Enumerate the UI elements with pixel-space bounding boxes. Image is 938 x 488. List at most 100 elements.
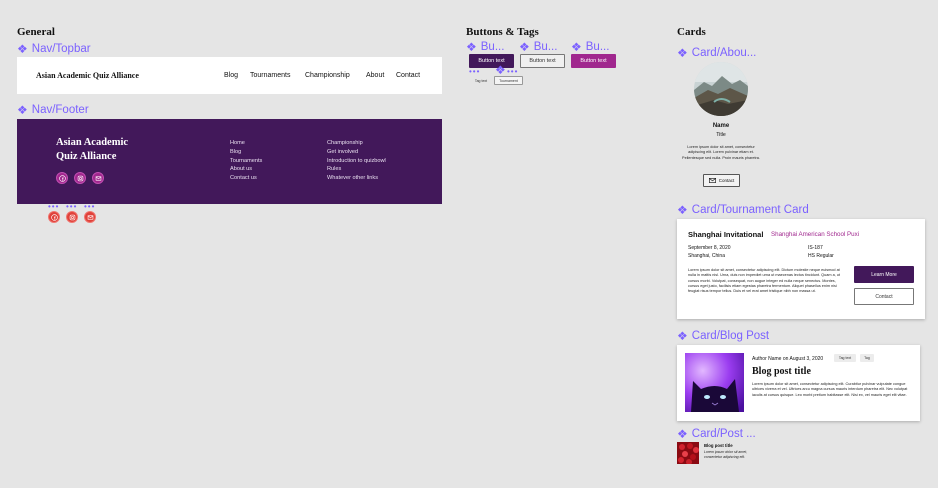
mail-icon — [708, 178, 716, 183]
component-icon-tag[interactable]: ❖ — [495, 63, 506, 77]
topbar-link-about[interactable]: About — [366, 72, 384, 79]
component-label-button-accent[interactable]: ❖ Bu... — [571, 40, 609, 54]
section-cards-title: Cards — [677, 26, 706, 38]
topbar-link-championship[interactable]: Championship — [305, 72, 350, 79]
about-name: Name — [712, 123, 730, 129]
tournament-card: Shanghai Invitational Shanghai American … — [677, 219, 925, 319]
component-label-footer[interactable]: ❖ Nav/Footer — [17, 103, 89, 117]
nav-footer: Asian Academic Quiz Alliance Home Blog T… — [17, 119, 442, 204]
footer-column-2: Championship Get involved Introduction t… — [327, 139, 386, 183]
component-label-blog-card[interactable]: ❖ Card/Blog Post — [677, 329, 769, 343]
tournament-date-location: September 8, 2020 Shanghai, China — [688, 244, 731, 260]
post-card-image[interactable] — [677, 442, 699, 464]
blog-title[interactable]: Blog post title — [752, 366, 811, 377]
component-name: Card/Abou... — [691, 47, 757, 59]
tournament-date: September 8, 2020 — [688, 245, 731, 251]
footer-link-blog[interactable]: Blog — [230, 148, 262, 157]
component-icon: ❖ — [677, 427, 688, 441]
component-icon: ❖ — [466, 40, 477, 54]
component-name: Bu... — [533, 41, 558, 53]
tournament-host[interactable]: Shanghai American School Puxi — [771, 231, 859, 238]
footer-link-rules[interactable]: Rules — [327, 165, 386, 174]
post-card-excerpt: Lorem ipsum dolor sit amet, consectetur … — [704, 450, 748, 459]
component-label-tournament-card[interactable]: ❖ Card/Tournament Card — [677, 203, 809, 217]
topbar-link-tournaments[interactable]: Tournaments — [250, 72, 290, 79]
facebook-icon[interactable] — [48, 211, 60, 223]
footer-link-about[interactable]: About us — [230, 165, 262, 174]
topbar-brand[interactable]: Asian Academic Quiz Alliance — [36, 71, 139, 80]
blog-post-card: Author Name on August 3, 2020 Tag text T… — [677, 345, 920, 421]
about-bio: Lorem ipsum dolor sit amet, consectetur … — [682, 145, 760, 160]
footer-social-row — [56, 172, 104, 184]
footer-link-other[interactable]: Whatever other links — [327, 174, 386, 183]
tournament-level: HS Regular — [808, 253, 834, 259]
blog-tag-2[interactable]: Tag — [860, 354, 874, 362]
post-card-title[interactable]: Blog post title — [704, 443, 733, 448]
accent-button[interactable]: Button text — [571, 54, 616, 68]
learn-more-button[interactable]: Learn More — [854, 266, 914, 283]
component-label-about-card[interactable]: ❖ Card/Abou... — [677, 46, 756, 60]
section-buttons-title: Buttons & Tags — [466, 26, 539, 38]
component-icon: ❖ — [677, 329, 688, 343]
tournament-name[interactable]: Shanghai Invitational — [688, 230, 763, 239]
tournament-set: IS-187 — [808, 245, 823, 251]
tournament-location: Shanghai, China — [688, 253, 725, 259]
section-general-title: General — [17, 26, 55, 38]
contact-button[interactable]: Contact — [854, 288, 914, 305]
footer-column-1: Home Blog Tournaments About us Contact u… — [230, 139, 262, 183]
component-name: Card/Tournament Card — [691, 204, 809, 216]
instagram-icon[interactable] — [66, 211, 78, 223]
footer-brand-line: Quiz Alliance — [56, 151, 117, 162]
component-name: Card/Post ... — [691, 428, 756, 440]
avatar — [694, 62, 748, 116]
about-contact-label: Contact — [718, 178, 735, 183]
component-name: Nav/Footer — [31, 104, 89, 116]
tournament-description: Lorem ipsum dolor sit amet, consectetur … — [688, 268, 840, 294]
component-label-button-primary[interactable]: ❖ Bu... — [466, 40, 504, 54]
tag-tournament[interactable]: Tournament — [494, 76, 523, 85]
primary-button[interactable]: Button text — [469, 54, 514, 68]
component-label-topbar[interactable]: ❖ Nav/Topbar — [17, 42, 91, 56]
tag-text[interactable]: Tag text — [473, 77, 489, 84]
footer-brand-line: Asian Academic — [56, 137, 129, 148]
footer-link-get-involved[interactable]: Get involved — [327, 148, 386, 157]
blog-excerpt: Lorem ipsum dolor sit amet, consectetur … — [752, 382, 908, 397]
footer-brand[interactable]: Asian Academic Quiz Alliance — [56, 136, 156, 164]
tournament-set-level: IS-187 HS Regular — [808, 244, 834, 260]
component-name: Bu... — [585, 41, 610, 53]
outline-button[interactable]: Button text — [520, 54, 565, 68]
component-icon: ❖ — [495, 63, 506, 77]
component-icon: ❖ — [17, 42, 28, 56]
mail-icon[interactable] — [84, 211, 96, 223]
component-icon: ❖ — [519, 40, 530, 54]
facebook-icon[interactable] — [56, 172, 68, 184]
component-icon: ❖ — [677, 203, 688, 217]
footer-link-contact[interactable]: Contact us — [230, 174, 262, 183]
component-label-post-card[interactable]: ❖ Card/Post ... — [677, 427, 756, 441]
mail-icon[interactable] — [92, 172, 104, 184]
component-name: Card/Blog Post — [691, 330, 770, 342]
variant-dots: ••• — [507, 67, 519, 76]
component-label-button-outline[interactable]: ❖ Bu... — [519, 40, 557, 54]
variant-dots: ••• — [48, 202, 60, 211]
social-variants-row — [48, 211, 96, 223]
about-contact-button[interactable]: Contact — [703, 174, 740, 187]
blog-post-image[interactable] — [685, 353, 744, 412]
nav-topbar: Asian Academic Quiz Alliance Blog Tourna… — [17, 57, 442, 94]
component-name: Bu... — [480, 41, 505, 53]
component-name: Nav/Topbar — [31, 43, 91, 55]
topbar-link-contact[interactable]: Contact — [396, 72, 420, 79]
footer-link-home[interactable]: Home — [230, 139, 262, 148]
instagram-icon[interactable] — [74, 172, 86, 184]
blog-author: Author Name on August 3, 2020 — [752, 356, 824, 362]
topbar-link-blog[interactable]: Blog — [224, 72, 238, 79]
blog-tag-1[interactable]: Tag text — [834, 354, 856, 362]
about-title: Title — [716, 132, 726, 138]
footer-link-championship[interactable]: Championship — [327, 139, 386, 148]
component-icon: ❖ — [677, 46, 688, 60]
footer-link-intro[interactable]: Introduction to quizbowl — [327, 157, 386, 166]
component-icon: ❖ — [17, 103, 28, 117]
component-icon: ❖ — [571, 40, 582, 54]
variant-dots: ••• — [66, 202, 78, 211]
footer-link-tournaments[interactable]: Tournaments — [230, 157, 262, 166]
